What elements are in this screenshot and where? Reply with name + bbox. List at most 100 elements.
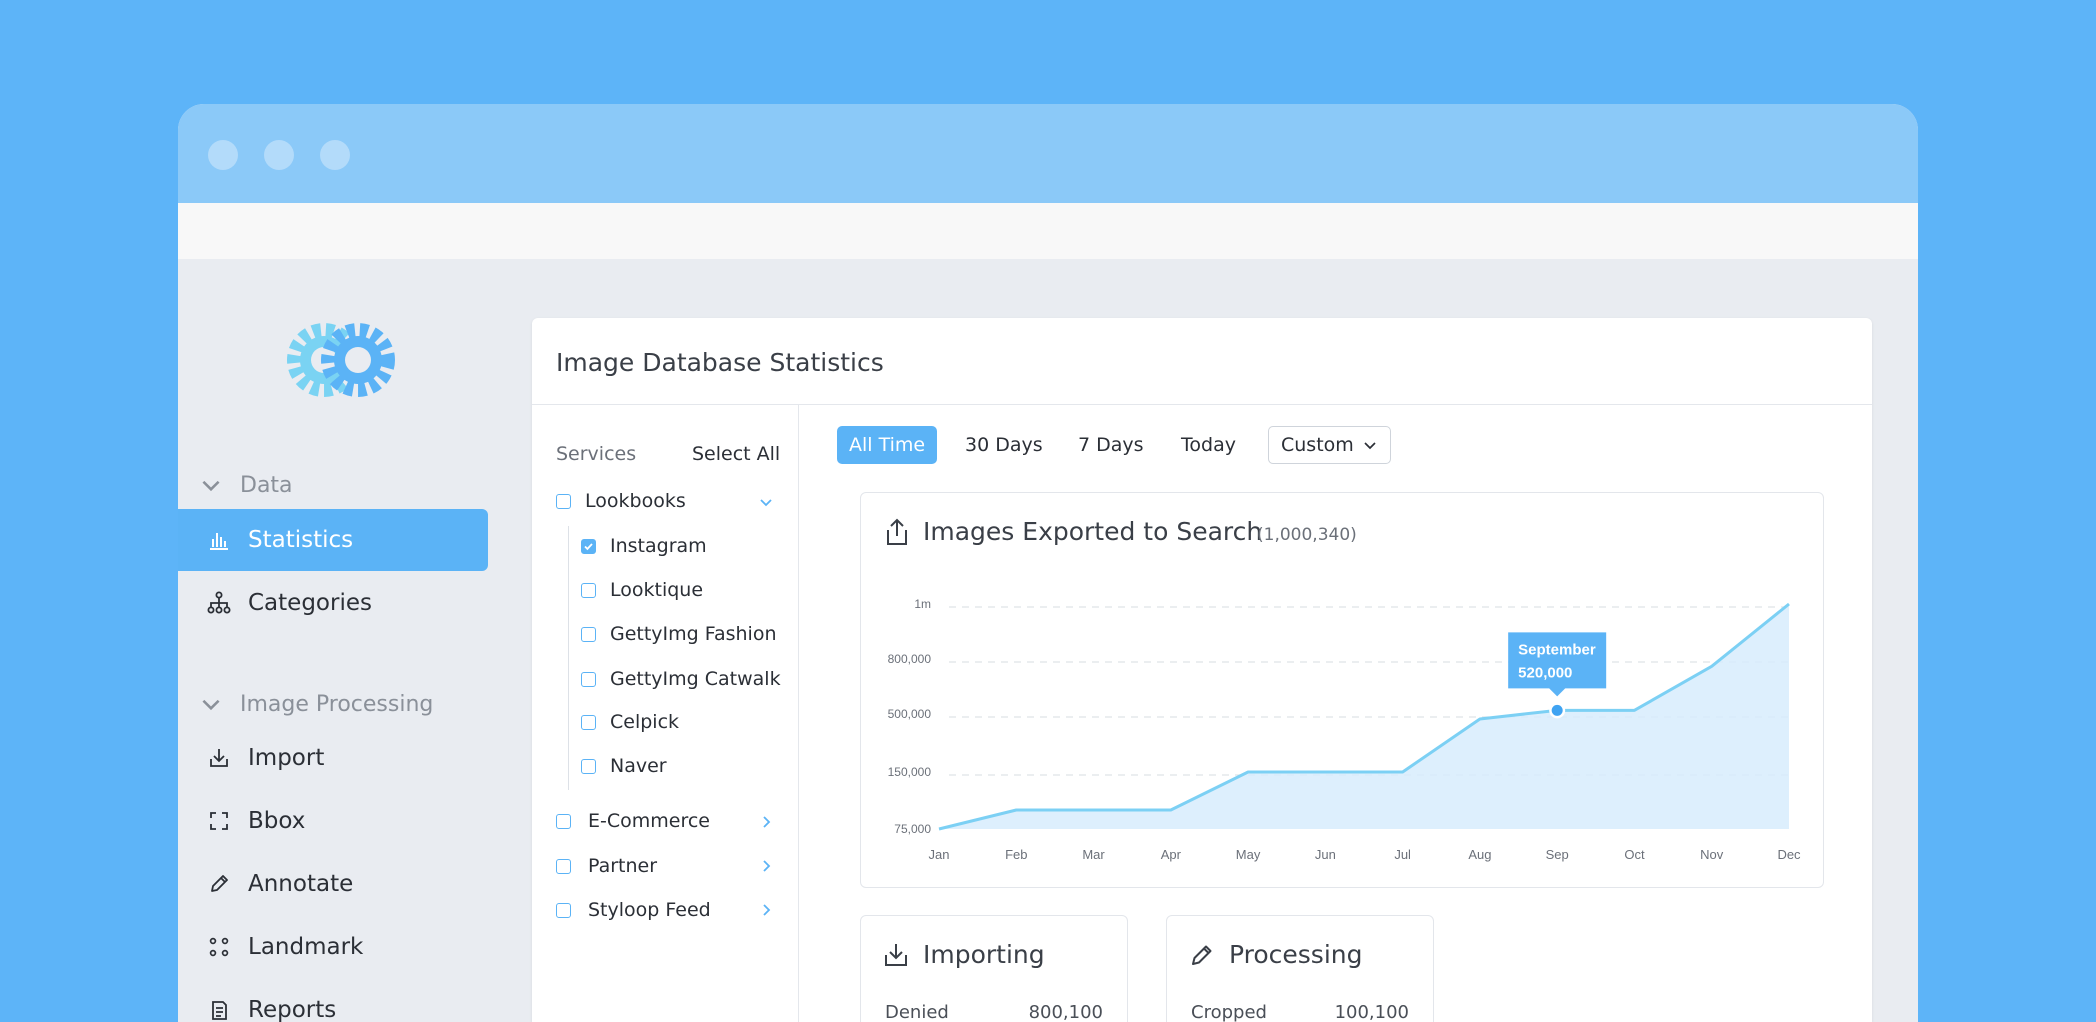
tree-indent-line (568, 526, 569, 790)
page-title: Image Database Statistics (556, 348, 884, 377)
sidebar-item-label: Statistics (248, 527, 354, 553)
card-stat-label: Denied (885, 1002, 949, 1022)
window-control-dot[interactable] (264, 140, 294, 170)
card-stat-value: 100,100 (1334, 1002, 1409, 1022)
service-label: GettyImg Catwalk (610, 668, 781, 690)
highlight-point (1551, 704, 1563, 716)
section-header-data[interactable]: Data (198, 465, 293, 505)
service-label: Lookbooks (585, 490, 686, 512)
y-tick-label: 1m (914, 597, 931, 611)
chevron-right-icon[interactable] (758, 902, 774, 918)
sidebar-item-label: Import (248, 745, 325, 771)
browser-address-bar (178, 203, 1918, 259)
sidebar: Data Statistics Categories Image Process… (178, 259, 498, 1022)
window-titlebar (178, 104, 1918, 203)
y-tick-label: 800,000 (888, 652, 932, 666)
x-tick-label: Apr (1161, 847, 1182, 862)
divider (798, 405, 799, 1022)
checkmark-icon (584, 542, 593, 550)
x-tick-label: Feb (1005, 847, 1027, 862)
service-item-instagram[interactable]: Instagram (581, 535, 707, 557)
checkbox[interactable] (581, 626, 596, 642)
checkbox[interactable] (581, 758, 596, 774)
sidebar-item-import[interactable]: Import (178, 727, 488, 789)
y-tick-label: 500,000 (888, 707, 932, 721)
sidebar-item-label: Reports (248, 997, 337, 1022)
window-control-dot[interactable] (320, 140, 350, 170)
x-tick-label: Jul (1394, 847, 1411, 862)
x-tick-label: Mar (1082, 847, 1105, 862)
chevron-right-icon[interactable] (758, 814, 774, 830)
sidebar-item-bbox[interactable]: Bbox (178, 790, 488, 852)
section-header-image-processing[interactable]: Image Processing (198, 684, 433, 724)
section-label: Image Processing (240, 691, 434, 717)
tooltip-month: September (1518, 641, 1596, 658)
window-control-dot[interactable] (208, 140, 238, 170)
checkbox[interactable] (556, 493, 571, 509)
service-item-naver[interactable]: Naver (581, 755, 667, 777)
bbox-icon (206, 808, 232, 834)
importing-card: Importing Denied 800,100 (860, 915, 1128, 1022)
sidebar-item-landmark[interactable]: Landmark (178, 916, 488, 978)
service-group-e-commerce[interactable]: E-Commerce (556, 810, 710, 832)
filter-custom-dropdown[interactable]: Custom (1268, 426, 1391, 464)
document-icon (206, 997, 232, 1022)
service-group-partner[interactable]: Partner (556, 855, 657, 877)
bar-chart-icon (206, 527, 232, 553)
service-label: GettyImg Fashion (610, 623, 777, 645)
sidebar-item-categories[interactable]: Categories (178, 572, 488, 634)
tooltip-value: 520,000 (1518, 664, 1572, 681)
import-icon (206, 745, 232, 771)
service-label: Celpick (610, 711, 680, 733)
service-item-gettyimg-catwalk[interactable]: GettyImg Catwalk (581, 668, 781, 690)
y-tick-label: 75,000 (894, 822, 931, 836)
section-label: Data (240, 472, 293, 498)
service-item-celpick[interactable]: Celpick (581, 711, 679, 733)
card-stat-label: Cropped (1191, 1002, 1267, 1022)
x-tick-label: Nov (1700, 847, 1724, 862)
checkbox[interactable] (556, 902, 571, 918)
service-item-looktique[interactable]: Looktique (581, 579, 703, 601)
x-tick-label: Dec (1777, 847, 1801, 862)
service-label: Looktique (610, 579, 704, 601)
services-header: Services (556, 443, 637, 465)
sidebar-item-statistics[interactable]: Statistics (178, 509, 488, 571)
sidebar-item-label: Landmark (248, 934, 364, 960)
chevron-down-icon (202, 480, 220, 492)
service-label: Instagram (610, 535, 707, 557)
checkbox[interactable] (556, 813, 571, 829)
app-window: Data Statistics Categories Image Process… (178, 104, 1918, 1022)
checkbox[interactable] (556, 858, 571, 874)
filter-7-days-button[interactable]: 7 Days (1078, 426, 1144, 464)
service-label: Naver (610, 755, 667, 777)
service-group-styloop-feed[interactable]: Styloop Feed (556, 899, 711, 921)
x-tick-label: Oct (1624, 847, 1645, 862)
select-all-link[interactable]: Select All (692, 443, 780, 465)
filter-30-days-button[interactable]: 30 Days (965, 426, 1043, 464)
checkbox[interactable] (581, 582, 596, 598)
checkbox[interactable] (581, 671, 596, 687)
filter-all-time-button[interactable]: All Time (837, 426, 938, 464)
hierarchy-icon (206, 590, 232, 616)
sidebar-item-reports[interactable]: Reports (178, 979, 488, 1022)
x-tick-label: Aug (1468, 847, 1491, 862)
x-tick-label: Jun (1315, 847, 1336, 862)
service-label: E-Commerce (588, 810, 710, 832)
service-group-lookbooks[interactable]: Lookbooks (556, 490, 686, 512)
x-tick-label: Jan (929, 847, 950, 862)
service-item-gettyimg-fashion[interactable]: GettyImg Fashion (581, 623, 776, 645)
area-chart: 75,000 150,000 500,000 800,000 1m Jan Feb Mar Ap… (888, 597, 1801, 862)
checkbox[interactable] (581, 714, 596, 730)
pencil-icon (206, 871, 232, 897)
x-tick-label: May (1236, 847, 1261, 862)
checkbox[interactable] (581, 538, 596, 554)
processing-card: Processing Cropped 100,100 (1166, 915, 1434, 1022)
chevron-right-icon[interactable] (758, 858, 774, 874)
filter-today-button[interactable]: Today (1181, 426, 1236, 464)
gears-logo-icon (287, 323, 395, 397)
sidebar-item-annotate[interactable]: Annotate (178, 853, 488, 915)
service-label: Styloop Feed (588, 899, 711, 921)
chevron-down-icon (202, 699, 220, 711)
card-stat-value: 800,100 (1028, 1002, 1103, 1022)
chevron-down-icon[interactable] (758, 494, 774, 510)
